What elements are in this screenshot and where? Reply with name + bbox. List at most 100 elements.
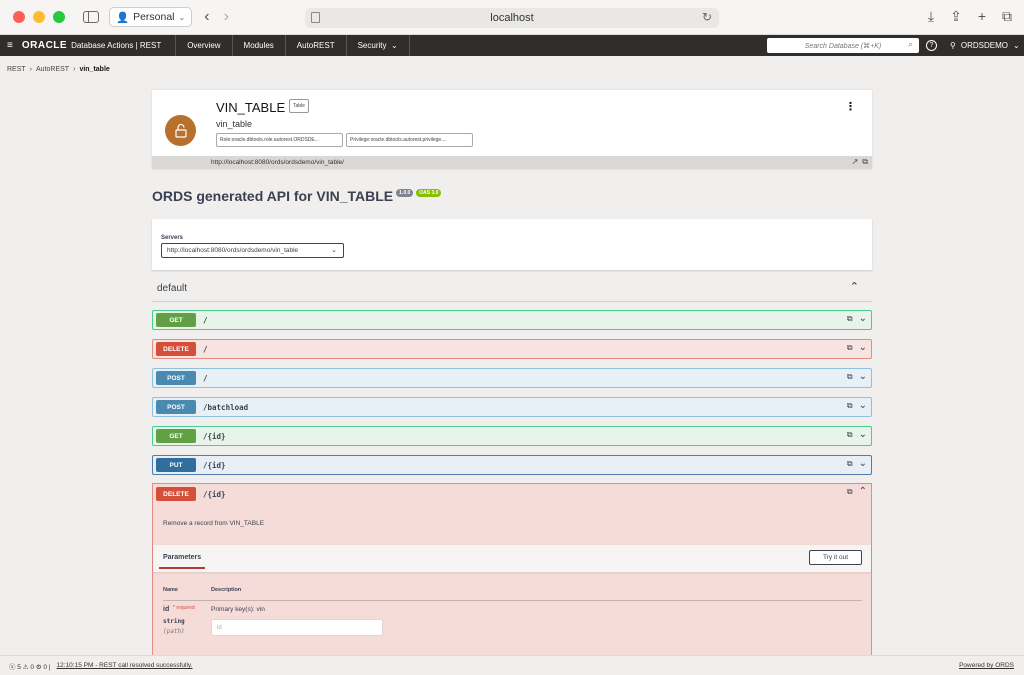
nav-autorest[interactable]: AutoREST [284, 35, 346, 56]
search-icon: ⌕ [907, 39, 913, 49]
back-icon[interactable]: ‹ [204, 8, 209, 26]
param-required: * required [173, 605, 195, 611]
chevron-down-icon[interactable]: ⌄ [859, 371, 867, 382]
forward-icon[interactable]: › [224, 8, 229, 26]
column-name-header: Name [163, 587, 178, 593]
profile-label: Personal [133, 11, 175, 23]
copy-icon[interactable]: ⧉ [847, 343, 853, 353]
user-menu[interactable]: ⚲ ORDSDEMO ⌄ [950, 35, 1020, 56]
copy-icon[interactable]: ⧉ [847, 372, 853, 382]
column-description-header: Description [211, 587, 242, 593]
api-title-text: ORDS generated API for VIN_TABLE [152, 188, 394, 204]
window-controls [13, 11, 65, 23]
page-icon [311, 12, 320, 23]
breadcrumb-rest[interactable]: REST [7, 66, 26, 73]
search-database-input[interactable]: Search Database (⌘+K) ⌕ [767, 38, 919, 53]
tab-overview-icon[interactable]: ⧉ [1002, 8, 1012, 25]
privilege-chip[interactable]: Privilege:oracle.dbtools.autorest.privil… [346, 133, 473, 147]
role-chip[interactable]: Role:oracle.dbtools.role.autorest.ORDSDE… [216, 133, 343, 147]
help-icon[interactable]: ? [926, 40, 937, 51]
section-default[interactable]: default ⌃ [152, 276, 872, 302]
operation-expanded: DELETE /{id} ⧉ ⌃ Remove a record from VIN… [152, 483, 872, 655]
param-description: Primary key(s): vin [211, 606, 265, 613]
operation-row[interactable]: POST /batchload ⧉ ⌄ [152, 397, 872, 417]
operation-row[interactable]: DELETE / ⧉ ⌄ [152, 339, 872, 359]
method-badge: GET [156, 429, 196, 443]
close-window-button[interactable] [13, 11, 25, 23]
zoom-window-button[interactable] [53, 11, 65, 23]
id-input[interactable]: id [211, 619, 383, 636]
status-message[interactable]: 12:10:15 PM - REST call resolved success… [57, 662, 193, 669]
api-title: ORDS generated API for VIN_TABLE 1.0.0 O… [152, 188, 442, 204]
nav-modules[interactable]: Modules [231, 35, 285, 56]
share-icon[interactable]: ⇪ [950, 8, 962, 25]
address-text: localhost [490, 12, 534, 24]
chevron-down-icon[interactable]: ⌄ [859, 400, 867, 411]
status-bar: ⓧ 5 ⚠ 0 ⚙ 0 | 12:10:15 PM - REST call re… [0, 655, 1024, 675]
new-tab-icon[interactable]: + [978, 8, 986, 25]
method-badge: POST [156, 400, 196, 414]
download-icon[interactable]: ⤓ [928, 8, 934, 25]
user-name: ORDSDEMO [960, 41, 1008, 50]
oas-badge: OAS 3.0 [416, 189, 442, 197]
object-url: http://localhost:8080/ords/ordsdemo/vin_… [152, 156, 872, 169]
operation-path: / [203, 315, 208, 325]
chevron-down-icon: ⌄ [178, 12, 186, 22]
reload-icon[interactable]: ↻ [702, 10, 712, 24]
version-badge: 1.0.0 [396, 189, 414, 197]
tab-parameters[interactable]: Parameters [163, 554, 201, 561]
operation-path: / [203, 344, 208, 354]
nav-overview[interactable]: Overview [175, 35, 231, 56]
copy-icon[interactable]: ⧉ [847, 430, 853, 440]
divider [163, 600, 862, 601]
address-bar[interactable]: localhost ↻ [305, 8, 719, 28]
copy-icon[interactable]: ⧉ [847, 459, 853, 469]
search-placeholder: Search Database (⌘+K) [804, 42, 882, 50]
status-counts[interactable]: ⓧ 5 ⚠ 0 ⚙ 0 | [9, 661, 51, 671]
method-badge: DELETE [156, 342, 196, 356]
chevron-down-icon[interactable]: ⌄ [859, 342, 867, 353]
header-nav: Overview Modules AutoREST Security ⌄ [175, 35, 410, 56]
oracle-logo[interactable]: ORACLE [22, 40, 67, 51]
try-it-out-button[interactable]: Try it out [809, 550, 862, 565]
minimize-window-button[interactable] [33, 11, 45, 23]
param-name: id [163, 606, 170, 613]
param-type: string [163, 618, 185, 625]
chevron-up-icon[interactable]: ⌃ [859, 486, 867, 497]
copy-icon[interactable]: ⧉ [847, 401, 853, 411]
breadcrumb-autorest[interactable]: AutoREST [36, 66, 69, 73]
chevron-up-icon[interactable]: ⌃ [850, 280, 859, 293]
operation-row[interactable]: POST / ⧉ ⌄ [152, 368, 872, 388]
profile-button[interactable]: 👤 Personal ⌄ [109, 7, 193, 27]
method-badge: PUT [156, 458, 196, 472]
powered-by-link[interactable]: Powered by ORDS [959, 662, 1014, 669]
sidebar-toggle-icon[interactable] [83, 11, 99, 23]
object-alias: vin_table [216, 119, 253, 129]
operation-path: /{id} [203, 431, 226, 441]
object-title: VIN_TABLE [216, 100, 286, 115]
servers-value: http://localhost:8080/ords/ordsdemo/vin_… [167, 247, 299, 254]
operation-row[interactable]: GET /{id} ⧉ ⌄ [152, 426, 872, 446]
open-external-icon[interactable]: ↗ [852, 157, 859, 167]
user-icon: ⚲ [950, 41, 956, 50]
copy-icon[interactable]: ⧉ [847, 487, 853, 497]
operation-row[interactable]: PUT /{id} ⧉ ⌄ [152, 455, 872, 475]
method-badge: POST [156, 371, 196, 385]
method-badge: GET [156, 313, 196, 327]
copy-icon[interactable]: ⧉ [862, 157, 868, 167]
servers-select[interactable]: http://localhost:8080/ords/ordsdemo/vin_… [161, 243, 344, 258]
copy-icon[interactable]: ⧉ [847, 314, 853, 324]
object-type-badge: Table [289, 99, 309, 113]
nav-security-label: Security [357, 41, 387, 50]
chevron-down-icon: ⌄ [390, 41, 398, 50]
chevron-down-icon[interactable]: ⌄ [859, 429, 867, 440]
more-actions-icon[interactable]: ⋮ [845, 100, 856, 113]
chevron-down-icon[interactable]: ⌄ [859, 313, 867, 324]
method-badge: DELETE [156, 487, 196, 501]
operation-row[interactable]: DELETE /{id} ⧉ ⌃ [153, 484, 871, 504]
app-header: ≡ ORACLE Database Actions | REST Overvie… [0, 35, 1024, 56]
chevron-down-icon[interactable]: ⌄ [859, 458, 867, 469]
operation-row[interactable]: GET / ⧉ ⌄ [152, 310, 872, 330]
menu-icon[interactable]: ≡ [7, 40, 13, 51]
nav-security[interactable]: Security ⌄ [345, 35, 410, 56]
